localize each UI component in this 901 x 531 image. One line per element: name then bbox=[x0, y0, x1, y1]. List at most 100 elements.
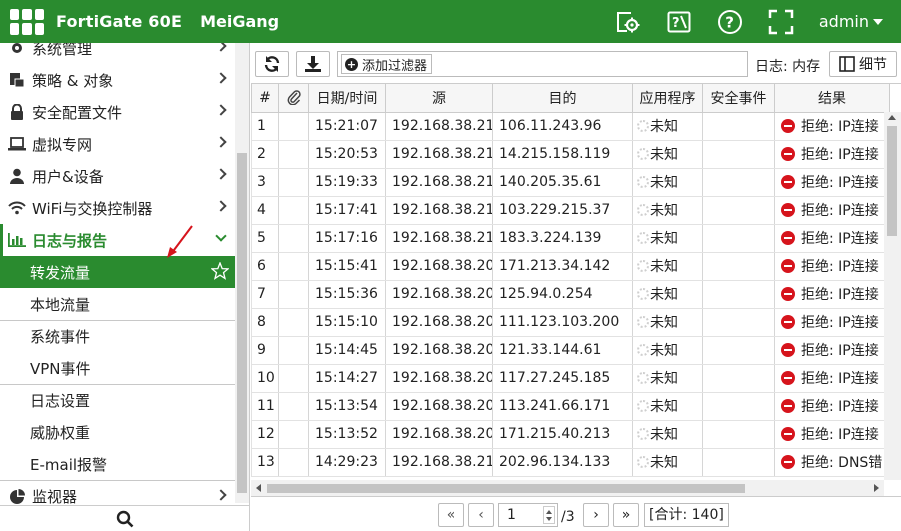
table-row[interactable]: 12 15:13:52 192.168.38.20 171.215.40.213 未知 拒… bbox=[251, 419, 890, 449]
table-row[interactable]: 4 15:17:41 192.168.38.21 103.229.215.37 未知 拒绝… bbox=[251, 195, 890, 225]
sidebar-subitem-log-settings[interactable]: 日志设置 bbox=[0, 384, 235, 416]
row-application-label: 未知 bbox=[650, 315, 678, 331]
sidebar-subitem-label: 转发流量 bbox=[30, 263, 91, 282]
sidebar-item-vpn[interactable]: 虚拟专网 bbox=[0, 128, 235, 160]
sidebar-item-wifi-switch[interactable]: WiFi与交换控制器 bbox=[0, 192, 235, 224]
row-index: 13 bbox=[251, 447, 279, 477]
table-vertical-scrollbar[interactable] bbox=[884, 112, 901, 480]
sidebar-subitem-vpn-events[interactable]: VPN事件 bbox=[0, 352, 235, 384]
first-page-button[interactable]: « bbox=[438, 503, 464, 527]
paperclip-icon bbox=[287, 90, 301, 106]
row-datetime: 15:13:52 bbox=[308, 419, 386, 449]
deny-icon bbox=[781, 427, 795, 441]
row-application-label: 未知 bbox=[650, 203, 678, 219]
add-filter-button[interactable]: + 添加过滤器 bbox=[341, 54, 433, 74]
sidebar-item-log-report[interactable]: 日志与报告 bbox=[0, 224, 235, 256]
row-datetime: 15:21:07 bbox=[308, 111, 386, 141]
sidebar-item-policy[interactable]: 策略 & 对象 bbox=[0, 64, 235, 96]
row-index: 4 bbox=[251, 195, 279, 225]
policy-icon bbox=[8, 71, 26, 89]
sidebar-item-system[interactable]: 系统管理 bbox=[0, 43, 235, 64]
star-icon[interactable] bbox=[210, 261, 230, 284]
column-header-datetime[interactable]: 日期/时间 bbox=[308, 84, 386, 113]
sidebar-item-label: 安全配置文件 bbox=[32, 103, 123, 122]
row-result: 拒绝: IP连接 bbox=[774, 139, 890, 169]
sidebar-item-user-device[interactable]: 用户&设备 bbox=[0, 160, 235, 192]
column-header-security-event[interactable]: 安全事件 bbox=[702, 84, 775, 113]
chevron-down-icon bbox=[215, 230, 227, 242]
table-horizontal-scrollbar[interactable] bbox=[251, 480, 884, 496]
sidebar-item-security-profiles[interactable]: 安全配置文件 bbox=[0, 96, 235, 128]
fullscreen-icon[interactable] bbox=[768, 9, 794, 35]
page-stepper-icon[interactable] bbox=[543, 506, 555, 524]
deny-icon bbox=[781, 147, 795, 161]
row-security-event bbox=[702, 335, 775, 365]
table-row[interactable]: 10 15:14:27 192.168.38.20 117.27.245.185 未知 拒… bbox=[251, 363, 890, 393]
add-filter-label: 添加过滤器 bbox=[362, 58, 428, 74]
row-attachment bbox=[278, 307, 309, 337]
table-row[interactable]: 3 15:19:33 192.168.38.21 140.205.35.61 未知 拒绝:… bbox=[251, 167, 890, 197]
row-datetime: 15:14:45 bbox=[308, 335, 386, 365]
menu-search[interactable] bbox=[0, 505, 249, 531]
sidebar-scrollbar[interactable] bbox=[235, 43, 249, 503]
table-row[interactable]: 1 15:21:07 192.168.38.21 106.11.243.96 未知 拒绝:… bbox=[251, 111, 890, 141]
wifi-icon bbox=[8, 199, 26, 217]
row-result-label: 拒绝: IP连接 bbox=[801, 371, 879, 387]
unknown-app-icon bbox=[637, 120, 649, 132]
row-result: 拒绝: IP连接 bbox=[774, 167, 890, 197]
row-attachment bbox=[278, 195, 309, 225]
sidebar-subitem-forward-traffic[interactable]: 转发流量 bbox=[0, 256, 235, 288]
sidebar-subitem-threat-weight[interactable]: 威胁权重 bbox=[0, 416, 235, 448]
next-page-button[interactable]: › bbox=[583, 503, 609, 527]
table-row[interactable]: 8 15:15:10 192.168.38.20 111.123.103.200 未知 拒… bbox=[251, 307, 890, 337]
deny-icon bbox=[781, 455, 795, 469]
filter-bar[interactable]: + 添加过滤器 bbox=[337, 51, 748, 77]
column-header-application[interactable]: 应用程序 bbox=[632, 84, 703, 113]
column-header-destination[interactable]: 目的 bbox=[492, 84, 633, 113]
row-result-label: 拒绝: IP连接 bbox=[801, 119, 879, 135]
row-datetime: 15:20:53 bbox=[308, 139, 386, 169]
help-icon[interactable]: ? bbox=[717, 9, 743, 35]
row-application-label: 未知 bbox=[650, 343, 678, 359]
table-row[interactable]: 11 15:13:54 192.168.38.20 113.241.66.171 未知 拒… bbox=[251, 391, 890, 421]
unknown-app-icon bbox=[637, 456, 649, 468]
row-security-event bbox=[702, 307, 775, 337]
log-source-label[interactable]: 日志: 内存 bbox=[755, 56, 820, 76]
last-page-button[interactable]: » bbox=[613, 503, 639, 527]
table-row[interactable]: 5 15:17:16 192.168.38.21 183.3.224.139 未知 拒绝:… bbox=[251, 223, 890, 253]
page-number-input[interactable]: 1 bbox=[498, 503, 558, 527]
sidebar-subitem-system-events[interactable]: 系统事件 bbox=[0, 320, 235, 352]
details-button[interactable]: 细节 bbox=[829, 51, 897, 77]
table-row[interactable]: 2 15:20:53 192.168.38.21 14.215.158.119 未知 拒绝… bbox=[251, 139, 890, 169]
row-security-event bbox=[702, 391, 775, 421]
table-row[interactable]: 7 15:15:36 192.168.38.20 125.94.0.254 未知 拒绝: … bbox=[251, 279, 890, 309]
table-row[interactable]: 6 15:15:41 192.168.38.20 171.213.34.142 未知 拒绝… bbox=[251, 251, 890, 281]
cli-console-icon[interactable] bbox=[615, 9, 641, 35]
row-application: 未知 bbox=[632, 251, 703, 281]
chevron-right-icon bbox=[215, 136, 227, 148]
chevron-right-icon bbox=[215, 104, 227, 116]
deny-icon bbox=[781, 399, 795, 413]
chevron-right-icon bbox=[215, 489, 227, 501]
row-application: 未知 bbox=[632, 195, 703, 225]
download-button[interactable] bbox=[296, 51, 330, 77]
column-header-source[interactable]: 源 bbox=[385, 84, 493, 113]
row-destination: 121.33.144.61 bbox=[492, 335, 633, 365]
sidebar-subitem-email-alert[interactable]: E-mail报警 bbox=[0, 448, 235, 480]
previous-page-button[interactable]: ‹ bbox=[468, 503, 494, 527]
column-header-result[interactable]: 结果 bbox=[774, 84, 890, 113]
refresh-button[interactable] bbox=[255, 51, 289, 77]
row-security-event bbox=[702, 279, 775, 309]
double-chevron-right-icon: » bbox=[621, 507, 631, 523]
table-row[interactable]: 13 14:29:23 192.168.38.21 202.96.134.133 未知 拒… bbox=[251, 447, 890, 477]
table-row[interactable]: 9 15:14:45 192.168.38.20 121.33.144.61 未知 拒绝:… bbox=[251, 335, 890, 365]
row-source: 192.168.38.20 bbox=[385, 335, 493, 365]
table-header-row: # 日期/时间 源 目的 应用程序 安全事件 结果 bbox=[251, 84, 890, 113]
laptop-icon bbox=[8, 135, 26, 153]
column-header-index[interactable]: # bbox=[251, 84, 279, 113]
row-application-label: 未知 bbox=[650, 175, 678, 191]
user-menu[interactable]: admin bbox=[819, 12, 883, 31]
sidebar-subitem-local-traffic[interactable]: 本地流量 bbox=[0, 288, 235, 320]
column-header-attachment[interactable] bbox=[278, 84, 309, 113]
fullscreen-window-icon[interactable]: ? bbox=[666, 9, 692, 35]
